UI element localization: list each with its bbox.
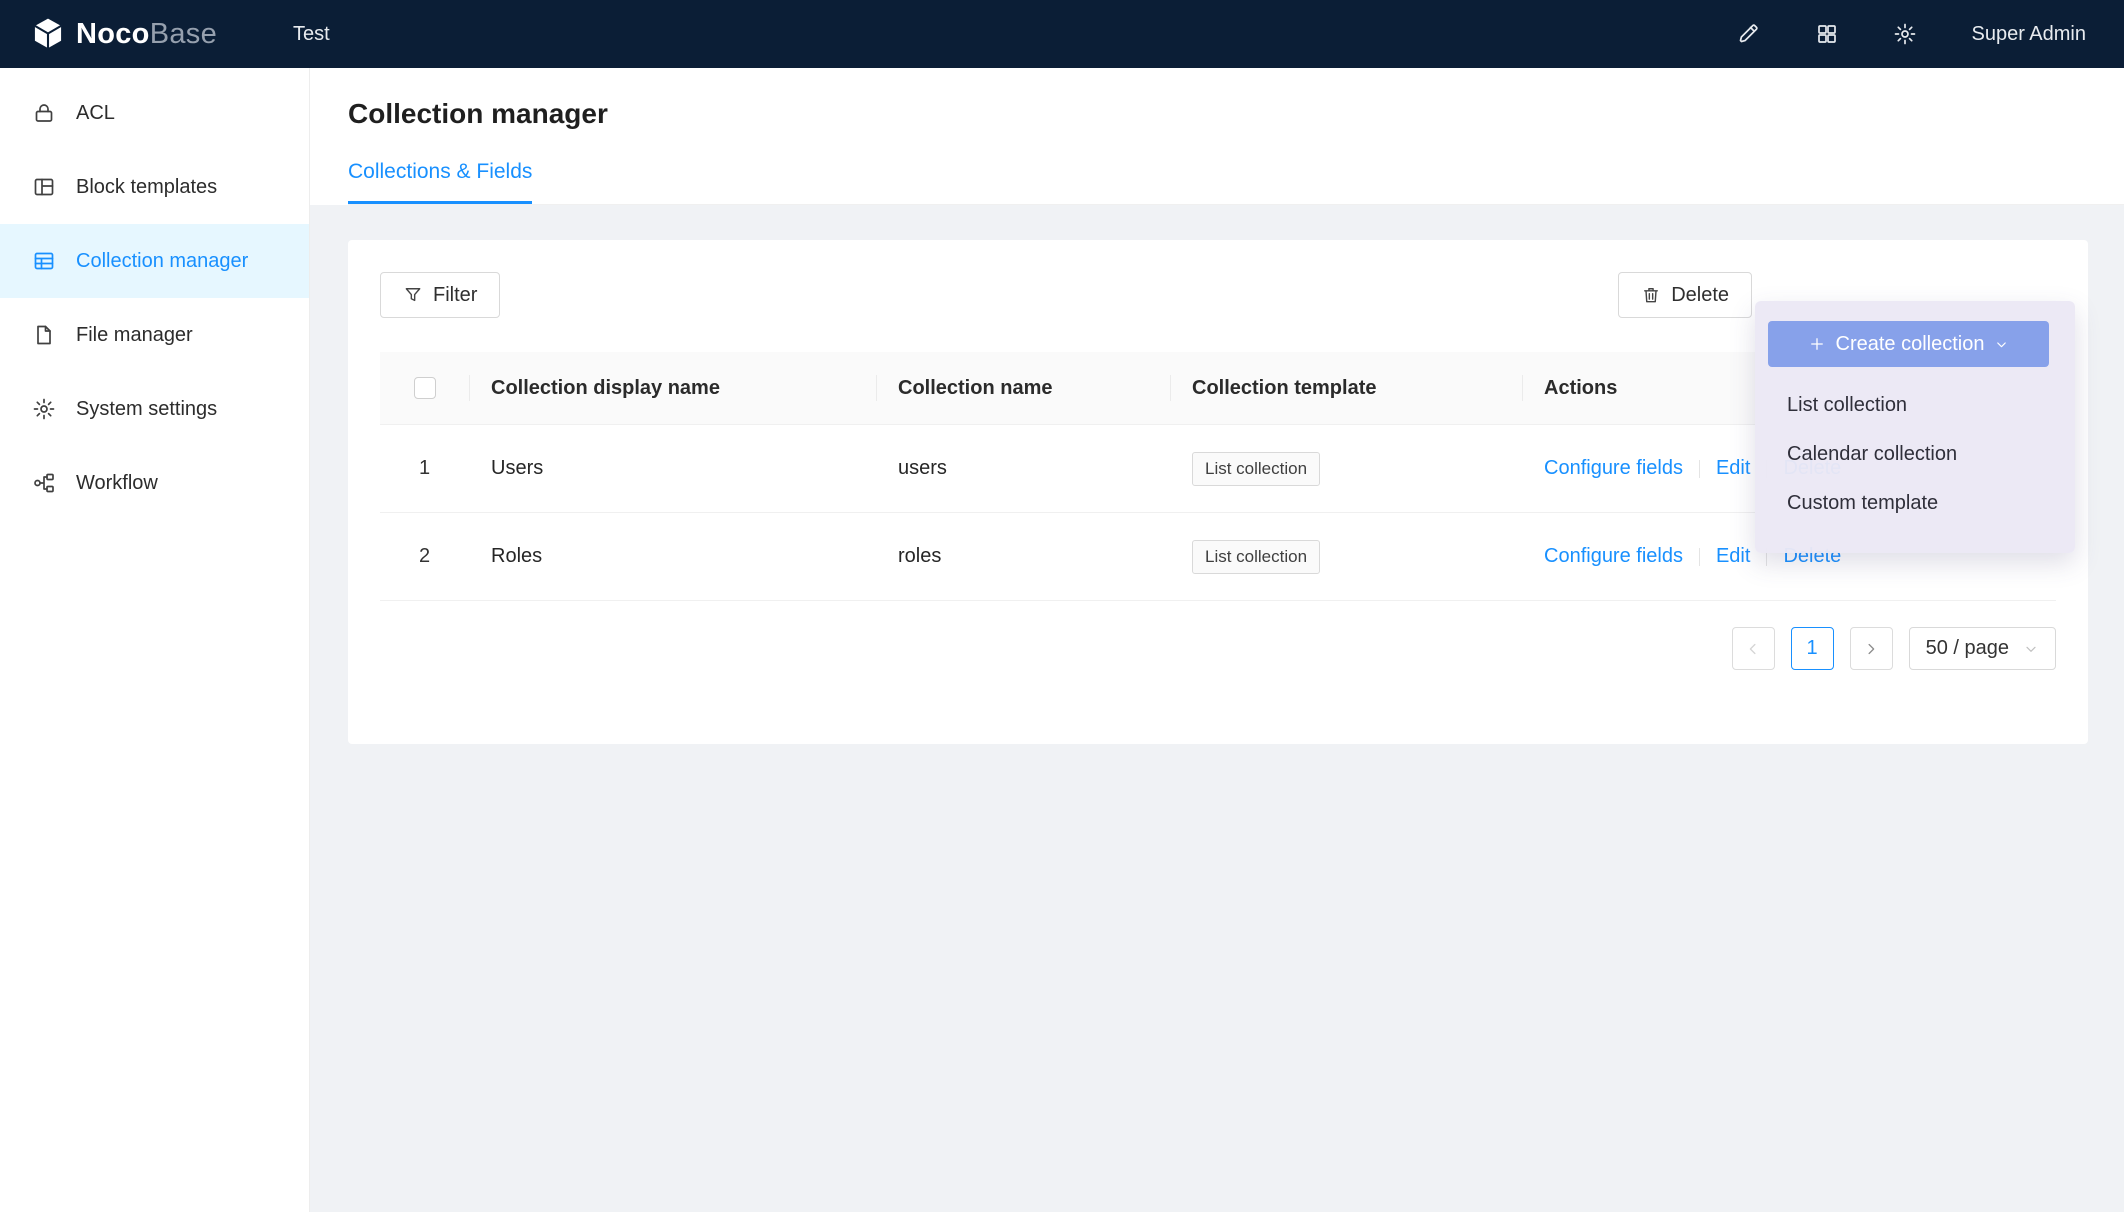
cell-collection-name: users <box>876 457 1170 480</box>
tab-bar: Collections & Fields <box>348 160 2124 205</box>
gear-icon[interactable] <box>1893 22 1917 46</box>
collection-template-tag: List collection <box>1192 452 1320 486</box>
nocobase-logo[interactable]: NocoBase <box>32 17 217 51</box>
top-navbar: NocoBase Test Super Admin <box>0 0 2124 68</box>
highlighter-icon[interactable] <box>1737 22 1761 46</box>
create-collection-button[interactable]: Create collection <box>1768 321 2049 367</box>
create-collection-dropdown: Create collection List collection Calend… <box>1755 301 2075 553</box>
sidebar-item-system-settings[interactable]: System settings <box>0 372 309 446</box>
sidebar-item-file-manager[interactable]: File manager <box>0 298 309 372</box>
sidebar-item-label: File manager <box>76 324 193 347</box>
file-icon <box>32 323 56 347</box>
menu-item-custom-template[interactable]: Custom template <box>1755 479 2075 528</box>
brand-text: NocoBase <box>76 18 217 51</box>
nav-item-test[interactable]: Test <box>275 0 348 68</box>
action-divider <box>1699 548 1700 566</box>
block-template-icon <box>32 175 56 199</box>
page-title: Collection manager <box>348 98 2124 130</box>
trash-icon <box>1641 285 1661 305</box>
row-index: 1 <box>419 457 430 480</box>
user-menu[interactable]: Super Admin <box>1971 23 2086 46</box>
page-header: Collection manager Collections & Fields <box>310 68 2124 205</box>
chevron-down-icon <box>2023 641 2039 657</box>
header-collection-display-name: Collection display name <box>469 377 876 400</box>
layout-grid-icon[interactable] <box>1815 22 1839 46</box>
sidebar-item-label: System settings <box>76 398 217 421</box>
page-size-select[interactable]: 50 / page <box>1909 627 2056 670</box>
nocobase-cube-icon <box>32 17 64 51</box>
gear-icon <box>32 397 56 421</box>
page-number-1[interactable]: 1 <box>1791 627 1834 670</box>
app-body: ACL Block templates Collection manager <box>0 68 2124 1212</box>
cell-collection-name: roles <box>876 545 1170 568</box>
filter-button[interactable]: Filter <box>380 272 500 318</box>
workflow-icon <box>32 471 56 495</box>
create-collection-label: Create collection <box>1836 333 1985 356</box>
menu-item-calendar-collection[interactable]: Calendar collection <box>1755 430 2075 479</box>
header-collection-name: Collection name <box>876 377 1170 400</box>
cell-display-name: Users <box>469 457 876 480</box>
edit-link[interactable]: Edit <box>1716 457 1750 480</box>
sidebar-item-acl[interactable]: ACL <box>0 76 309 150</box>
navbar-right: Super Admin <box>1737 22 2086 46</box>
configure-fields-link[interactable]: Configure fields <box>1544 457 1683 480</box>
app-root: { "navbar": { "brand_bold": "Noco", "bra… <box>0 0 2124 1212</box>
delete-button[interactable]: Delete <box>1618 272 1752 318</box>
sidebar-item-collection-manager[interactable]: Collection manager <box>0 224 309 298</box>
action-divider <box>1699 460 1700 478</box>
filter-button-label: Filter <box>433 284 477 307</box>
cell-display-name: Roles <box>469 545 876 568</box>
plus-icon <box>1808 335 1826 353</box>
main-area: Collection manager Collections & Fields … <box>310 68 2124 1212</box>
sidebar-item-label: ACL <box>76 102 115 125</box>
select-all-checkbox[interactable] <box>414 377 436 399</box>
chevron-left-icon <box>1744 640 1762 658</box>
chevron-down-icon <box>1994 337 2009 352</box>
create-collection-menu: List collection Calendar collection Cust… <box>1755 381 2075 528</box>
lock-icon <box>32 101 56 125</box>
pagination: 1 50 / page <box>380 627 2056 670</box>
sidebar-item-block-templates[interactable]: Block templates <box>0 150 309 224</box>
sidebar-item-label: Workflow <box>76 472 158 495</box>
delete-button-label: Delete <box>1671 284 1729 307</box>
row-index: 2 <box>419 545 430 568</box>
page-size-value: 50 / page <box>1926 637 2009 660</box>
sidebar-item-workflow[interactable]: Workflow <box>0 446 309 520</box>
prev-page-button[interactable] <box>1732 627 1775 670</box>
edit-link[interactable]: Edit <box>1716 545 1750 568</box>
configure-fields-link[interactable]: Configure fields <box>1544 545 1683 568</box>
sidebar-item-label: Collection manager <box>76 250 248 273</box>
filter-funnel-icon <box>403 285 423 305</box>
collection-table-icon <box>32 249 56 273</box>
collection-template-tag: List collection <box>1192 540 1320 574</box>
tab-collections-and-fields[interactable]: Collections & Fields <box>348 160 532 204</box>
chevron-right-icon <box>1862 640 1880 658</box>
header-collection-template: Collection template <box>1170 377 1522 400</box>
menu-item-list-collection[interactable]: List collection <box>1755 381 2075 430</box>
next-page-button[interactable] <box>1850 627 1893 670</box>
sidebar: ACL Block templates Collection manager <box>0 68 310 1212</box>
sidebar-item-label: Block templates <box>76 176 217 199</box>
